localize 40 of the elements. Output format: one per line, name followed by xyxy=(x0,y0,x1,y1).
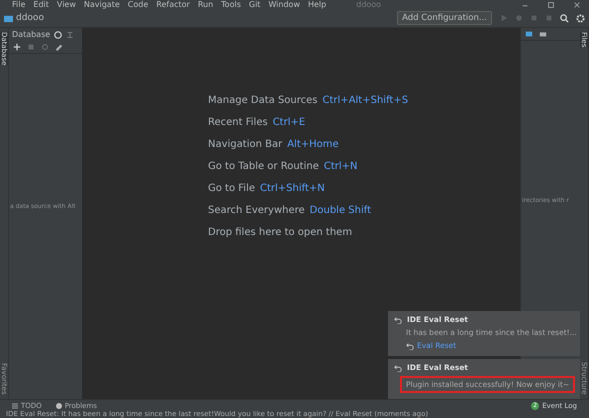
menu-item[interactable]: Code xyxy=(128,0,148,9)
shortcut: Ctrl+N xyxy=(324,160,358,172)
edit-icon[interactable] xyxy=(55,43,63,51)
add-icon[interactable] xyxy=(13,43,21,51)
menu-item[interactable]: Window xyxy=(268,0,300,9)
menu-item[interactable]: Tools xyxy=(221,0,241,9)
welcome-action: Go to File xyxy=(208,182,255,194)
add-configuration-button[interactable]: Add Configuration... xyxy=(397,11,492,25)
welcome-action: Manage Data Sources xyxy=(208,94,318,106)
welcome-action: Drop files here to open them xyxy=(208,226,352,238)
menu-item[interactable]: File xyxy=(12,0,26,9)
menu-item[interactable]: Run xyxy=(198,0,214,9)
welcome-action: Search Everywhere xyxy=(208,204,305,216)
window-title: ddooo xyxy=(356,0,382,9)
shortcut: Alt+Home xyxy=(287,138,339,150)
shortcut: Ctrl+Shift+N xyxy=(260,182,325,194)
shortcut: Double Shift xyxy=(310,204,372,216)
menu-item[interactable]: View xyxy=(56,0,76,9)
undo-icon[interactable] xyxy=(394,364,402,372)
undo-icon[interactable] xyxy=(394,316,402,324)
close-icon[interactable] xyxy=(573,0,581,8)
undo-icon[interactable] xyxy=(406,342,414,350)
welcome-action: Navigation Bar xyxy=(208,138,282,150)
window-icon[interactable] xyxy=(525,30,533,38)
collapse-icon[interactable] xyxy=(66,30,74,38)
menu-item[interactable]: Git xyxy=(248,0,260,9)
menu-item[interactable]: Help xyxy=(308,0,326,9)
menu-item[interactable]: Navigate xyxy=(84,0,120,9)
shortcut: Ctrl+Alt+Shift+S xyxy=(322,94,408,106)
welcome-action: Go to Table or Routine xyxy=(208,160,319,172)
project-breadcrumb[interactable]: ddooo xyxy=(16,13,44,23)
menu-item[interactable]: Edit xyxy=(33,0,49,9)
maximize-icon[interactable] xyxy=(547,0,555,8)
welcome-action: Recent Files xyxy=(208,116,268,128)
list-icon xyxy=(12,402,18,408)
info-icon xyxy=(56,402,62,408)
menu-item[interactable]: Refactor xyxy=(156,0,190,9)
panel-title: Database xyxy=(12,30,50,39)
search-icon[interactable] xyxy=(560,14,569,22)
shortcut: Ctrl+E xyxy=(272,116,306,128)
